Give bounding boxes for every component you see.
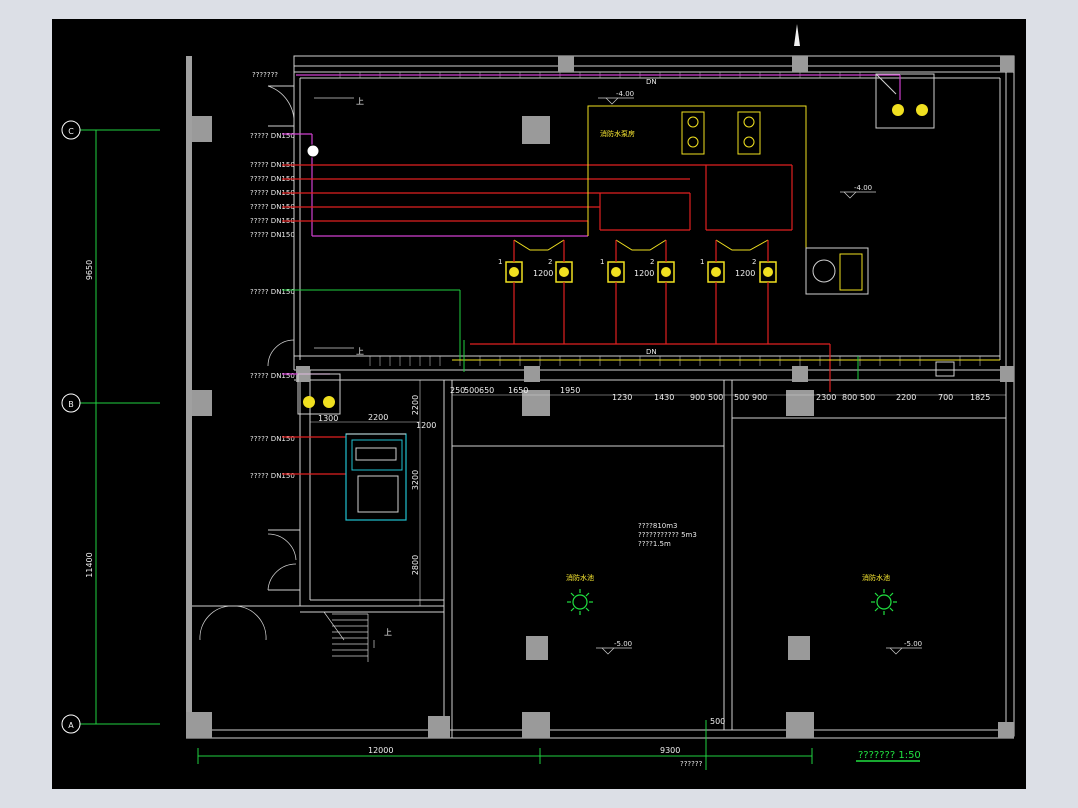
pump-no-5: 1 — [700, 258, 704, 266]
up-label-mid: 上 — [356, 347, 364, 356]
pool-note-3: ????1.5m — [638, 540, 671, 548]
dim-tank-w: 2200 — [368, 413, 388, 422]
axis-c-label: C — [68, 127, 74, 136]
dim-h-3: 650 — [479, 386, 494, 395]
left-pipe-labels: ??????? ????? DN150 ????? DN150 ????? DN… — [250, 71, 295, 480]
dim-h-17: 1825 — [970, 393, 990, 402]
fire-pumps: 1200 1200 1200 1 2 1 2 1 2 — [498, 239, 777, 300]
dim-h-2: 500 — [464, 386, 479, 395]
dim-tank-1300: 1300 — [318, 414, 338, 423]
pump-no-2: 2 — [548, 258, 552, 266]
pool-label-left: 消防水池 — [566, 573, 594, 582]
pump-no-4: 2 — [650, 258, 654, 266]
dim-9650: 9650 — [85, 260, 94, 280]
pump-dim-2: 1200 — [634, 269, 654, 278]
dim-h-8: 900 — [690, 393, 705, 402]
elevation-markers — [596, 97, 922, 655]
dim-h-13: 800 — [842, 393, 857, 402]
scale-title: ??????? 1:50 — [856, 750, 921, 762]
pipe-label-11: ????? DN150 — [250, 472, 295, 480]
pool-note-1: ????810m3 — [638, 522, 678, 530]
dim-tank-3200: 3200 — [411, 470, 420, 490]
pump-room: 消防水泵房 — [587, 105, 807, 250]
dim-tank-1200: 1200 — [416, 421, 436, 430]
dim-tank-2800: 2800 — [411, 555, 420, 575]
pump-room-label: 消防水泵房 — [600, 129, 635, 138]
dim-h-9: 500 — [708, 393, 723, 402]
stairs — [323, 611, 375, 662]
dim-h-14: 500 — [860, 393, 875, 402]
grid-axes: C B A 9650 11400 — [61, 120, 160, 734]
pipe-label-7: ????? DN150 — [250, 231, 295, 239]
dim-bottom-500: 500 — [710, 717, 725, 726]
pool-label-right: 消防水池 — [862, 573, 890, 582]
dim-h-5: 1950 — [560, 386, 580, 395]
pipe-label-10: ????? DN150 — [250, 435, 295, 443]
dim-h-12: 2300 — [816, 393, 836, 402]
pump-dim-1: 1200 — [533, 269, 553, 278]
dim-tank-2200: 2200 — [411, 395, 420, 415]
control-cabinets — [297, 73, 955, 415]
axis-b-label: B — [68, 400, 74, 409]
dim-h-10: 500 — [734, 393, 749, 402]
pump-no-6: 2 — [752, 258, 756, 266]
axis-a-label: A — [68, 721, 74, 730]
stair-up-label: 上 — [384, 628, 392, 637]
dim-h-4: 1650 — [508, 386, 528, 395]
pump-room-plan: C B A 9650 11400 上 上 上 ??????? ????? DN1… — [61, 24, 1015, 770]
scale-title-text: ??????? 1:50 — [858, 750, 921, 761]
pipe-label-9: ????? DN150 — [250, 372, 295, 380]
pump-no-1: 1 — [498, 258, 502, 266]
elev-4: -5.00 — [904, 640, 922, 648]
pump-dim-3: 1200 — [735, 269, 755, 278]
water-tank — [345, 433, 407, 521]
dim-bottom-9300: 9300 — [660, 746, 680, 755]
side-mark-top: DN — [646, 78, 657, 86]
dim-bottom-12000: 12000 — [368, 746, 393, 755]
elev-1: -4.00 — [616, 90, 634, 98]
dim-h-7: 1430 — [654, 393, 674, 402]
dim-h-11: 900 — [752, 393, 767, 402]
dim-h-6: 1230 — [612, 393, 632, 402]
dim-h-15: 2200 — [896, 393, 916, 402]
up-label-top: 上 — [356, 97, 364, 106]
dim-h-16: 700 — [938, 393, 953, 402]
pipe-label-1: ????? DN150 — [250, 132, 295, 140]
bottom-note: ?????? — [680, 760, 703, 768]
north-arrow-icon — [794, 24, 800, 46]
dim-11400: 11400 — [85, 552, 94, 577]
side-mark-mid: DN — [646, 348, 657, 356]
dim-h-1: 250 — [450, 386, 465, 395]
elev-3: -5.00 — [614, 640, 632, 648]
pipe-label-top: ??????? — [252, 71, 278, 79]
doors — [199, 85, 297, 641]
pipe-label-8: ????? DN150 — [250, 288, 295, 296]
elev-2: -4.00 — [854, 184, 872, 192]
cad-drawing-canvas: C B A 9650 11400 上 上 上 ??????? ????? DN1… — [52, 19, 1026, 789]
pool-note-2: ??????????? 5m3 — [638, 531, 697, 539]
pump-no-3: 1 — [600, 258, 604, 266]
